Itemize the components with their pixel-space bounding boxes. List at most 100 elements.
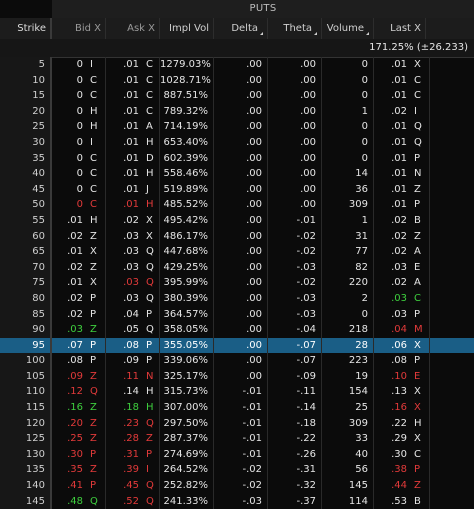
volume-cell[interactable]: 0 [322,72,374,89]
bid-cell[interactable]: .02 [52,291,86,307]
impl-vol-cell[interactable]: 653.40% [160,134,214,151]
volume-cell[interactable]: 31 [322,228,374,245]
theta-cell[interactable]: .00 [268,57,322,73]
theta-cell[interactable]: -.07 [268,353,322,369]
delta-cell[interactable]: .00 [214,72,268,89]
strike-cell[interactable]: 125 [0,431,52,447]
last-cell[interactable]: .03 [374,260,410,276]
table-row[interactable]: 75.01 X .03 Q 395.99% .00 -.02 220.02 A [0,275,474,291]
impl-vol-cell[interactable]: 485.52% [160,197,214,213]
volume-cell[interactable]: 0 [322,306,374,323]
strike-cell[interactable]: 140 [0,478,52,494]
impl-vol-cell[interactable]: 486.17% [160,228,214,245]
column-header-ask-x[interactable]: Ask X [106,18,160,39]
theta-cell[interactable]: -.26 [268,446,322,463]
delta-cell[interactable]: .00 [214,197,268,213]
volume-cell[interactable]: 1 [322,212,374,229]
ask-cell[interactable]: .01 [106,119,142,135]
bid-exchange-cell[interactable]: Z [86,368,106,385]
bid-exchange-cell[interactable]: P [86,478,106,494]
bid-exchange-cell[interactable]: P [86,337,106,354]
volume-cell[interactable]: 36 [322,181,374,198]
bid-exchange-cell[interactable]: X [86,244,106,260]
bid-cell[interactable]: 0 [52,166,86,182]
strike-cell[interactable]: 60 [0,228,52,245]
ask-cell[interactable]: .01 [106,104,142,120]
last-exchange-cell[interactable]: Z [410,478,430,494]
last-exchange-cell[interactable]: B [410,212,430,229]
table-row[interactable]: 20 0 H .01 C 789.32% .00.00 1.02 I [0,103,474,120]
last-exchange-cell[interactable]: P [410,306,430,323]
ask-cell[interactable]: .01 [106,197,142,213]
impl-vol-cell[interactable]: 380.39% [160,290,214,307]
delta-cell[interactable]: .00 [214,306,268,323]
ask-cell[interactable]: .03 [106,291,142,307]
ask-exchange-cell[interactable]: X [142,228,160,245]
last-exchange-cell[interactable]: Z [410,228,430,245]
ask-cell[interactable]: .01 [106,182,142,198]
delta-cell[interactable]: .00 [214,181,268,198]
volume-cell[interactable]: 40 [322,446,374,463]
delta-cell[interactable]: .00 [214,88,268,104]
delta-cell[interactable]: .00 [214,212,268,229]
last-exchange-cell[interactable]: Z [410,181,430,198]
last-cell[interactable]: .02 [374,213,410,229]
volume-cell[interactable]: 309 [322,197,374,213]
bid-cell[interactable]: 0 [52,197,86,213]
column-header-last-x[interactable]: Last X [374,18,426,39]
theta-cell[interactable]: .00 [268,134,322,151]
last-exchange-cell[interactable]: P [410,353,430,369]
ask-cell[interactable]: .01 [106,151,142,167]
theta-cell[interactable]: .00 [268,88,322,104]
last-exchange-cell[interactable]: X [410,384,430,401]
bid-exchange-cell[interactable]: Q [86,493,106,509]
last-cell[interactable]: .01 [374,73,410,89]
bid-cell[interactable]: .09 [52,369,86,385]
table-row[interactable]: 30 0 I .01 H 653.40% .00.00 0.01 Q [0,134,474,151]
volume-cell[interactable]: 56 [322,462,374,479]
delta-cell[interactable]: -.01 [214,384,268,401]
last-cell[interactable]: .01 [374,151,410,167]
strike-cell[interactable]: 80 [0,290,52,307]
bid-exchange-cell[interactable]: C [86,150,106,167]
table-row[interactable]: 145.48 Q .52 Q 241.33% -.03 -.37 114.53 B [0,493,474,509]
bid-exchange-cell[interactable]: Z [86,322,106,338]
bid-exchange-cell[interactable]: Z [86,400,106,416]
last-cell[interactable]: .04 [374,322,410,338]
strike-cell[interactable]: 105 [0,368,52,385]
impl-vol-cell[interactable]: 429.25% [160,259,214,276]
bid-exchange-cell[interactable]: C [86,72,106,89]
delta-cell[interactable]: .00 [214,119,268,135]
volume-cell[interactable]: 145 [322,478,374,494]
impl-vol-cell[interactable]: 355.05% [160,337,214,354]
delta-cell[interactable]: -.02 [214,478,268,494]
last-exchange-cell[interactable]: E [410,368,430,385]
last-exchange-cell[interactable]: A [410,275,430,291]
impl-vol-cell[interactable]: 789.32% [160,103,214,120]
ask-exchange-cell[interactable]: P [142,306,160,323]
bid-exchange-cell[interactable]: X [86,275,106,291]
impl-vol-cell[interactable]: 714.19% [160,119,214,135]
impl-vol-cell[interactable]: 519.89% [160,181,214,198]
theta-cell[interactable]: .00 [268,72,322,89]
column-header-bid-x[interactable]: Bid X [52,18,106,39]
volume-cell[interactable]: 28 [322,337,374,354]
last-cell[interactable]: .03 [374,307,410,323]
ask-cell[interactable]: .01 [106,166,142,182]
ask-cell[interactable]: .31 [106,447,142,463]
theta-cell[interactable]: -.31 [268,462,322,479]
bid-cell[interactable]: .20 [52,416,86,432]
bid-cell[interactable]: 0 [52,88,86,104]
impl-vol-cell[interactable]: 274.69% [160,446,214,463]
bid-cell[interactable]: .08 [52,353,86,369]
theta-cell[interactable]: -.14 [268,400,322,416]
last-exchange-cell[interactable]: X [410,57,430,73]
last-cell[interactable]: .03 [374,291,410,307]
ask-cell[interactable]: .03 [106,275,142,291]
strike-cell[interactable]: 20 [0,103,52,120]
ask-exchange-cell[interactable]: Q [142,322,160,338]
last-cell[interactable]: .16 [374,400,410,416]
bid-exchange-cell[interactable]: P [86,290,106,307]
last-cell[interactable]: .06 [374,338,410,354]
table-row[interactable]: 130.30 P .31 P 274.69% -.01 -.26 40.30 C [0,446,474,463]
